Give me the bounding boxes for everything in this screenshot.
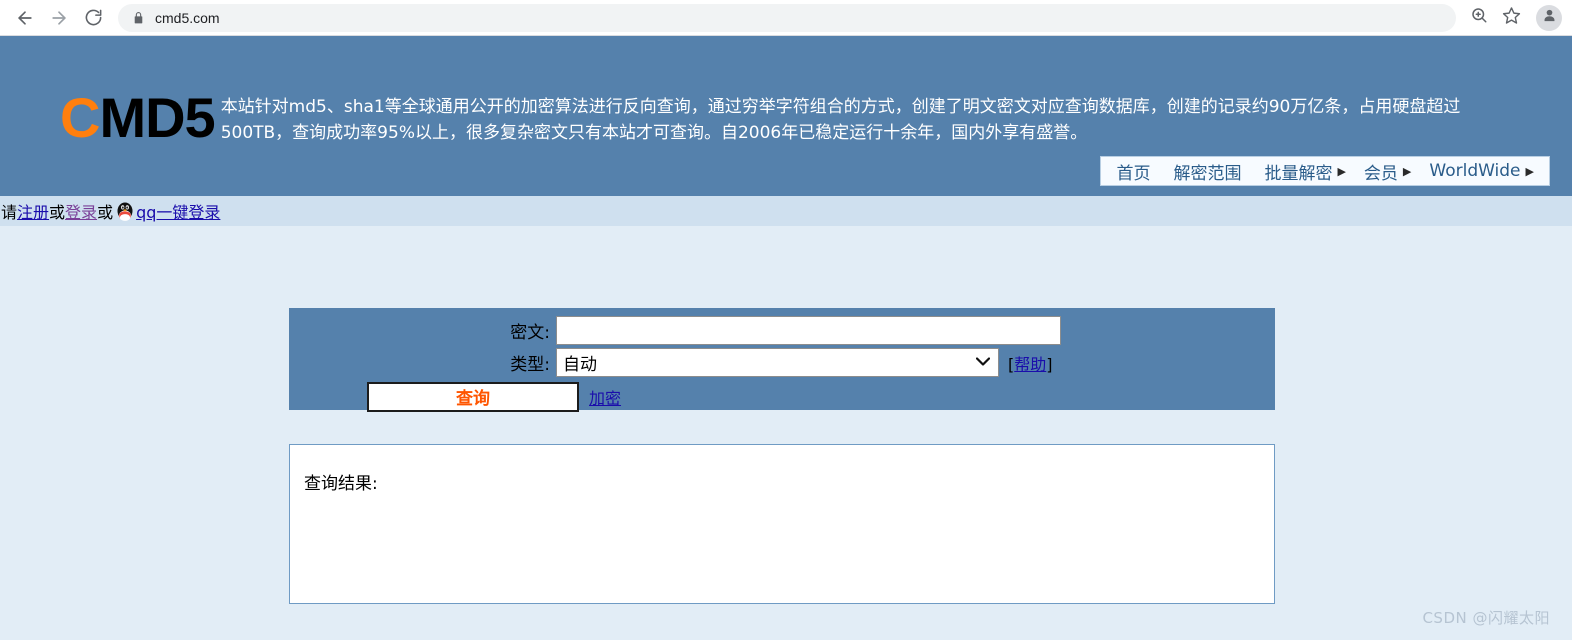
zoom-search-icon	[1470, 6, 1488, 29]
query-submit-button[interactable]: 查询	[367, 382, 579, 412]
type-select-value: 自动	[563, 350, 597, 375]
logo-letter-c: C	[60, 86, 99, 149]
nav-item-decrypt-scope[interactable]: 解密范围	[1164, 159, 1255, 184]
login-separator-1: 或	[49, 199, 65, 223]
type-select[interactable]: 自动	[556, 348, 999, 377]
action-row: 查询 加密	[289, 381, 1275, 412]
type-row: 类型: 自动 [帮助]	[289, 347, 1275, 378]
ciphertext-row: 密文:	[289, 315, 1275, 346]
logo-text-md5: MD5	[99, 86, 214, 149]
back-button[interactable]	[10, 3, 40, 33]
nav-item-home[interactable]: 首页	[1107, 159, 1164, 184]
encrypt-link[interactable]: 加密	[589, 385, 621, 409]
chevron-right-icon: ▶	[1337, 165, 1345, 178]
profile-button[interactable]	[1536, 5, 1562, 31]
nav-label: WorldWide	[1429, 161, 1520, 181]
lock-icon	[132, 11, 145, 25]
login-separator-2: 或	[97, 199, 113, 223]
login-prefix-text: 请	[1, 199, 17, 223]
query-result-label: 查询结果:	[290, 445, 1274, 494]
nav-label: 解密范围	[1173, 159, 1241, 184]
nav-item-batch-decrypt[interactable]: 批量解密 ▶	[1255, 159, 1354, 184]
site-header: CMD5 本站针对md5、sha1等全球通用公开的加密算法进行反向查询，通过穷举…	[0, 36, 1572, 196]
nav-label: 批量解密	[1264, 159, 1332, 184]
browser-actions	[1464, 3, 1562, 33]
chevron-down-icon	[976, 355, 990, 370]
qq-penguin-icon	[115, 200, 135, 222]
login-link[interactable]: 登录	[65, 199, 97, 223]
profile-avatar-icon	[1541, 7, 1558, 29]
query-result-panel: 查询结果:	[289, 444, 1275, 604]
forward-arrow-icon	[49, 8, 69, 28]
query-form-panel: 密文: 类型: 自动 [帮助] 查询 加密	[289, 308, 1275, 410]
help-bracket-close: ]	[1046, 355, 1052, 374]
url-text: cmd5.com	[155, 10, 220, 26]
nav-item-worldwide[interactable]: WorldWide ▶	[1420, 161, 1543, 181]
bookmark-button[interactable]	[1496, 3, 1526, 33]
watermark-text: CSDN @闪耀太阳	[1422, 607, 1550, 628]
address-bar[interactable]: cmd5.com	[118, 4, 1456, 32]
star-icon	[1502, 6, 1521, 30]
nav-item-member[interactable]: 会员 ▶	[1355, 159, 1420, 184]
chevron-right-icon: ▶	[1403, 165, 1411, 178]
type-label: 类型:	[289, 350, 556, 375]
login-bar: 请注册或登录或qq一键登录	[0, 196, 1572, 226]
nav-label: 首页	[1116, 159, 1150, 184]
help-link[interactable]: 帮助	[1014, 355, 1046, 374]
qq-quick-login-link[interactable]: qq一键登录	[136, 199, 220, 223]
browser-toolbar: cmd5.com	[0, 0, 1572, 36]
register-link[interactable]: 注册	[17, 199, 49, 223]
ciphertext-input[interactable]	[556, 316, 1061, 345]
site-logo[interactable]: CMD5	[60, 90, 215, 146]
main-navigation: 首页 解密范围 批量解密 ▶ 会员 ▶ WorldWide ▶	[1100, 156, 1550, 186]
site-description: 本站针对md5、sha1等全球通用公开的加密算法进行反向查询，通过穷举字符组合的…	[221, 88, 1521, 146]
ciphertext-label: 密文:	[289, 318, 556, 343]
forward-button[interactable]	[44, 3, 74, 33]
zoom-button[interactable]	[1464, 3, 1494, 33]
reload-icon	[84, 8, 103, 27]
help-link-wrapper: [帮助]	[1008, 351, 1053, 375]
nav-label: 会员	[1364, 159, 1398, 184]
reload-button[interactable]	[78, 3, 108, 33]
back-arrow-icon	[15, 8, 35, 28]
chevron-right-icon: ▶	[1526, 165, 1534, 178]
main-content: 密文: 类型: 自动 [帮助] 查询 加密 查询结果: CSDN @闪耀太阳	[0, 226, 1572, 636]
